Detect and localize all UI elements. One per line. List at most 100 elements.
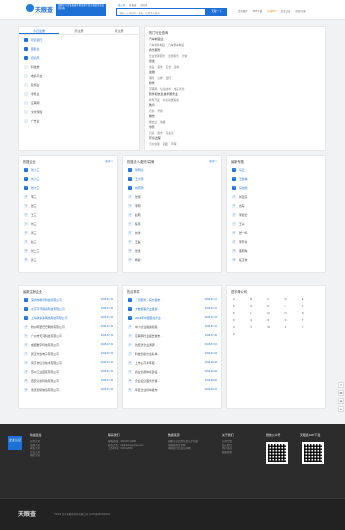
today-item-name[interactable]: 互联网 (31, 101, 139, 105)
search-tab-company[interactable]: 查公司 (118, 3, 125, 7)
today-item-name[interactable]: 文化传媒 (31, 110, 139, 114)
list-item[interactable]: 9 商业信用体系建设… 2018-06-28 (123, 367, 221, 376)
list-item[interactable]: 5 李明 (123, 201, 221, 210)
search-tab-relation[interactable]: 查关系 (140, 3, 147, 7)
list-item[interactable]: 5 广州市天河科技有限公司 2018-07-19 (19, 331, 117, 340)
list-item[interactable]: 1 张小三 (19, 165, 117, 174)
list-item[interactable]: 1 张明亮 (123, 165, 221, 174)
list-item[interactable]: 1 深圳市腾讯科技有限公司 2018-07-19 (19, 295, 117, 304)
today-item[interactable]: 广告业 (19, 116, 139, 125)
category-link[interactable]: 汽车整车制造 (168, 43, 184, 47)
list-item-name[interactable]: 刘三 (31, 222, 117, 226)
list-item[interactable]: 2 王健林 (227, 174, 325, 183)
category-link[interactable]: 百货 (149, 131, 154, 135)
list-item[interactable]: 9 王磊 (123, 237, 221, 246)
category-heading[interactable]: 金融 (149, 70, 321, 74)
letter-link[interactable]: W (267, 326, 284, 329)
category-heading[interactable]: 环境治理 (149, 136, 321, 140)
footer-link[interactable]: 地区大全 (30, 454, 42, 458)
list-item-name[interactable]: 杭州阿里巴巴网络有限公司 (31, 325, 101, 329)
category-link[interactable]: 互联网 (149, 87, 157, 91)
list-item[interactable]: 11 任正非 (227, 255, 325, 264)
today-item-name[interactable]: 电商平台 (31, 74, 139, 78)
list-item[interactable]: 3 张大三 (19, 183, 117, 192)
list-item[interactable]: 7 王兴 (227, 219, 325, 228)
list-item[interactable]: 8 上市公司半年报… 2018-06-28 (123, 358, 221, 367)
category-heading[interactable]: 软件 (149, 81, 321, 85)
letter-link[interactable]: R (267, 319, 284, 322)
list-item[interactable]: 3 上海拼多多网络科技有限公司 2018-07-19 (19, 313, 117, 322)
category-link[interactable]: 证券 (157, 76, 162, 80)
category-link[interactable]: 服饰 (157, 65, 162, 69)
category-link[interactable]: 食品 (149, 65, 154, 69)
letter-link[interactable]: O (302, 312, 319, 315)
nav-app-download[interactable]: APP下载 (253, 9, 263, 13)
list-item[interactable]: 4 杭州阿里巴巴网络有限公司 2018-07-19 (19, 322, 117, 331)
list-item-name[interactable]: 赵三 (31, 240, 117, 244)
list-item[interactable]: 11 孙三 (19, 255, 117, 264)
list-item-name[interactable]: 张勇 (135, 249, 221, 253)
list-item-name[interactable]: 刘小三 (31, 177, 117, 181)
category-link[interactable]: 固废 (163, 142, 168, 146)
category-link[interactable]: 快餐 (160, 120, 165, 124)
today-item-name[interactable]: 广告业 (31, 119, 139, 123)
letter-link[interactable]: U (233, 326, 250, 329)
list-item[interactable]: 2 北京字节跳动科技有限公司 2018-07-19 (19, 304, 117, 313)
list-item-name[interactable]: 上海拼多多网络科技有限公司 (31, 316, 101, 320)
letter-link[interactable]: I (285, 305, 302, 308)
list-item-name[interactable]: 张一鸣 (239, 231, 325, 235)
category-link[interactable]: 污水处理 (149, 142, 160, 146)
category-heading[interactable]: 汽车制造业 (149, 37, 321, 41)
list-item[interactable]: 11 重庆智能制造有限公司 2018-07-19 (19, 385, 117, 394)
list-item[interactable]: 7 刘三 (19, 219, 117, 228)
category-link[interactable]: 电子商务 (174, 87, 185, 91)
list-item-name[interactable]: 张三 (31, 204, 117, 208)
category-heading[interactable]: 商务服务 (149, 48, 321, 52)
list-item-name[interactable]: 「天眼查」官方发布… (135, 298, 205, 302)
category-link[interactable]: 专卖店 (166, 131, 174, 135)
list-item-name[interactable]: 中小企业融资新政… (135, 325, 205, 329)
list-item[interactable]: 3 刘晓明 (123, 183, 221, 192)
today-item[interactable]: 科技类 (19, 62, 139, 71)
list-item-name[interactable]: 李三 (31, 195, 117, 199)
list-item[interactable]: 1 「天眼查」官方发布… 2018-07-17 (123, 295, 221, 304)
list-item[interactable]: 11 年度企业榜单发布… 2018-06-22 (123, 385, 221, 394)
tab-month[interactable]: 月注册 (99, 27, 139, 34)
list-item[interactable]: 2 刘小三 (19, 174, 117, 183)
letter-link[interactable]: L (250, 312, 267, 315)
list-item-name[interactable]: 苏州工业园区有限公司 (31, 370, 101, 374)
letter-link[interactable]: B (250, 298, 267, 301)
list-item[interactable]: 11 杨静 (123, 255, 221, 264)
list-item-name[interactable]: 马化腾 (239, 186, 325, 190)
list-item-name[interactable]: 大数据看企业发展… (135, 307, 205, 311)
today-item-name[interactable]: 服装业 (31, 47, 139, 51)
today-item-name[interactable]: 装饰业 (31, 83, 139, 87)
footer-link[interactable]: 中国执行信息公开网 (168, 447, 198, 451)
category-heading[interactable]: 零售 (149, 125, 321, 129)
letter-link[interactable]: H (267, 305, 284, 308)
list-item-name[interactable]: 新经济企业调研… (135, 343, 205, 347)
side-feedback-icon[interactable]: ✉ (338, 382, 344, 388)
list-item[interactable]: 9 苏州工业园区有限公司 2018-07-19 (19, 367, 117, 376)
today-item[interactable]: 互联网 (19, 98, 139, 107)
nav-certification[interactable]: 企业认证 (281, 9, 291, 13)
letter-link[interactable]: G (250, 305, 267, 308)
list-item-name[interactable]: 刘晓明 (135, 186, 221, 190)
today-item[interactable]: 电商平台 (19, 71, 139, 80)
list-item-name[interactable]: 马云 (239, 168, 325, 172)
list-item[interactable]: 10 张勇 (123, 246, 221, 255)
list-item[interactable]: 8 南京市信息技术有限公司 2018-07-19 (19, 358, 117, 367)
letter-link[interactable]: E (302, 298, 319, 301)
list-item-name[interactable]: 王三 (31, 213, 117, 217)
list-item-name[interactable]: 广州市天河科技有限公司 (31, 334, 101, 338)
letter-link[interactable]: J (302, 305, 319, 308)
category-link[interactable]: 超市 (157, 131, 162, 135)
hot-people-more-link[interactable]: 更多>> (209, 159, 217, 163)
today-item[interactable]: 服装业 (19, 44, 139, 53)
list-item[interactable]: 8 张一鸣 (227, 228, 325, 237)
list-item-name[interactable]: 王健林 (239, 177, 325, 181)
category-link[interactable]: 餐饮业 (149, 120, 157, 124)
today-item-name[interactable]: 零售业 (31, 92, 139, 96)
list-item-name[interactable]: 王兴 (239, 222, 325, 226)
list-item[interactable]: 2 大数据看企业发展… 2018-07-13 (123, 304, 221, 313)
